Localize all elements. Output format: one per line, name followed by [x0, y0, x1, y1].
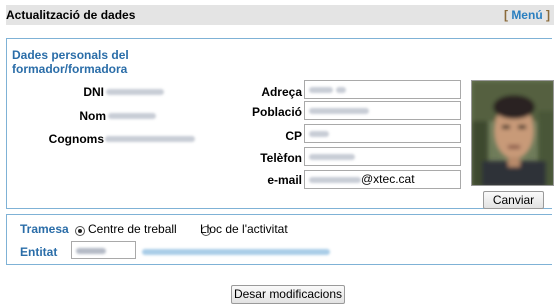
email-domain: @xtec.cat: [361, 172, 415, 186]
tramesa-label: Tramesa: [20, 222, 69, 236]
menu-bracket-open: [: [503, 8, 508, 22]
profile-photo: [471, 80, 554, 186]
telefon-field[interactable]: [304, 147, 461, 166]
email-user-redacted: [309, 176, 361, 183]
poblacio-value-redacted: [309, 107, 369, 114]
email-label: e-mail: [267, 173, 302, 187]
radio-centre-treball[interactable]: [75, 226, 85, 236]
adreca-number-redacted: [336, 86, 347, 93]
profile-photo-image: [472, 81, 553, 185]
radio-lloc-activitat-label: Lloc de l'activitat: [200, 222, 288, 236]
adreca-label: Adreça: [261, 85, 302, 99]
dni-value-redacted: [106, 89, 164, 95]
cp-field[interactable]: [304, 124, 461, 143]
personal-section-title: Dades personals del formador/formadora: [12, 48, 129, 76]
menu-bracket-close: ]: [546, 8, 550, 22]
entitat-code-redacted: [76, 247, 106, 254]
cognoms-label: Cognoms: [48, 132, 104, 146]
entitat-code-field[interactable]: [71, 241, 136, 259]
menu-link-wrapper: [ Menú ]: [504, 8, 550, 22]
save-changes-button[interactable]: Desar modificacions: [231, 285, 345, 304]
cognoms-value-redacted: [105, 136, 195, 142]
entitat-label: Entitat: [20, 245, 58, 259]
page-title: Actualització de dades: [6, 8, 136, 22]
adreca-field[interactable]: [304, 80, 461, 99]
cp-label: CP: [285, 129, 302, 143]
dni-label: DNI: [83, 85, 104, 99]
menu-link[interactable]: Menú: [511, 8, 542, 22]
cp-value-redacted: [309, 130, 329, 137]
poblacio-field[interactable]: [304, 101, 461, 120]
telefon-label: Telèfon: [260, 151, 302, 165]
email-field[interactable]: @xtec.cat: [304, 170, 461, 189]
nom-value-redacted: [108, 113, 156, 119]
adreca-value-redacted: [309, 86, 333, 93]
radio-centre-treball-label: Centre de treball: [88, 222, 177, 236]
poblacio-label: Població: [251, 105, 302, 119]
telefon-value-redacted: [309, 153, 355, 160]
change-photo-button[interactable]: Canviar: [483, 191, 544, 209]
entitat-name-redacted: [142, 249, 330, 255]
nom-label: Nom: [79, 109, 106, 123]
